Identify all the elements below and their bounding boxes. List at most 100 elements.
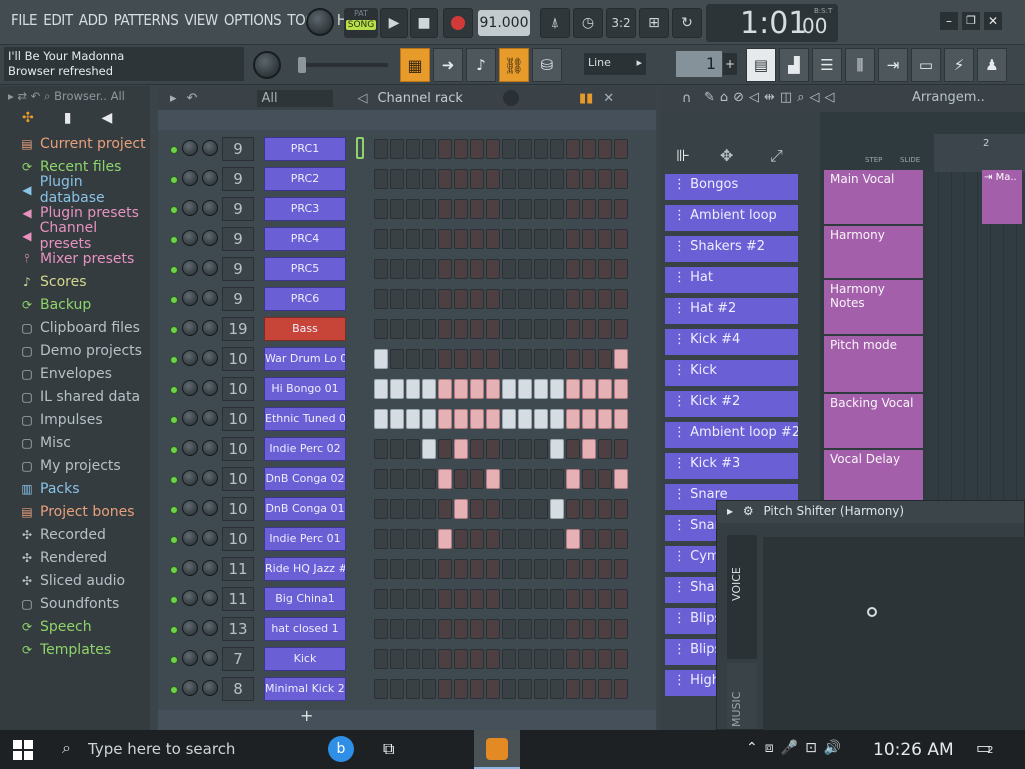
step-button[interactable] (390, 469, 404, 489)
step-button[interactable] (566, 649, 580, 669)
step-button[interactable] (534, 409, 548, 429)
pattern-item[interactable]: ⋮ Hat (665, 267, 798, 293)
step-button[interactable] (614, 679, 628, 699)
add-channel-button[interactable]: + (300, 706, 313, 725)
pattern-item[interactable]: ⋮ Kick #4 (665, 329, 798, 355)
browser-item[interactable]: ◀ Plugin database (0, 174, 150, 206)
step-button[interactable] (550, 409, 564, 429)
step-button[interactable] (502, 319, 516, 339)
plugin-icon[interactable]: ⚡ (944, 48, 974, 82)
step-button[interactable] (406, 439, 420, 459)
step-button[interactable] (566, 679, 580, 699)
step-button[interactable] (550, 529, 564, 549)
step-button[interactable] (502, 469, 516, 489)
step-button[interactable] (374, 679, 388, 699)
mixer-track-number[interactable]: 10 (222, 347, 254, 371)
loop-record-icon[interactable]: ↻ (672, 8, 702, 38)
browser-item[interactable]: ▢ Clipboard files (0, 316, 150, 339)
step-button[interactable] (470, 409, 484, 429)
step-button[interactable] (470, 199, 484, 219)
step-button[interactable] (598, 289, 612, 309)
browser-item[interactable]: ⫯ Mixer presets (0, 247, 150, 270)
step-button[interactable] (598, 529, 612, 549)
step-button[interactable] (470, 649, 484, 669)
step-button[interactable] (598, 349, 612, 369)
channel-mute-led[interactable] (170, 266, 178, 274)
step-button[interactable] (566, 199, 580, 219)
windows-start-icon[interactable] (13, 740, 33, 760)
step-button[interactable] (422, 529, 436, 549)
step-button[interactable] (470, 379, 484, 399)
step-button[interactable] (534, 529, 548, 549)
step-button[interactable] (566, 379, 580, 399)
step-button[interactable] (550, 229, 564, 249)
mixer-track-number[interactable]: 10 (222, 437, 254, 461)
step-button[interactable] (598, 559, 612, 579)
step-button[interactable] (454, 559, 468, 579)
channel-name-button[interactable]: Ethnic Tuned 01 (264, 407, 346, 431)
step-button[interactable] (518, 649, 532, 669)
step-button[interactable] (614, 289, 628, 309)
channel-name-button[interactable]: hat closed 1 (264, 617, 346, 641)
step-button[interactable] (486, 619, 500, 639)
step-button[interactable] (374, 289, 388, 309)
fl-studio-taskbar-icon[interactable] (474, 730, 520, 769)
step-button[interactable] (422, 409, 436, 429)
step-button[interactable] (598, 589, 612, 609)
swing-knob[interactable] (502, 90, 519, 106)
channel-mute-led[interactable] (170, 416, 178, 424)
step-button[interactable] (502, 529, 516, 549)
step-button[interactable] (438, 379, 452, 399)
step-button[interactable] (582, 139, 596, 159)
step-button[interactable] (598, 379, 612, 399)
browser-file-icon[interactable]: ▮ (64, 110, 72, 130)
step-button[interactable] (438, 229, 452, 249)
step-button[interactable] (470, 499, 484, 519)
step-button[interactable] (454, 529, 468, 549)
step-button[interactable] (566, 439, 580, 459)
routing-icon[interactable]: ⇥ (878, 48, 908, 82)
browser-item[interactable]: ✣ Recorded (0, 523, 150, 546)
piano-icon[interactable]: ⊪ (676, 146, 690, 165)
step-button[interactable] (390, 169, 404, 189)
step-button[interactable] (406, 289, 420, 309)
step-button[interactable] (406, 229, 420, 249)
step-button[interactable] (438, 529, 452, 549)
step-button[interactable] (614, 649, 628, 669)
step-button[interactable] (518, 139, 532, 159)
stamp-icon[interactable]: ⛁ (532, 48, 562, 82)
channel-mute-led[interactable] (170, 686, 178, 694)
channel-name-button[interactable]: Big China1 (264, 587, 346, 611)
step-button[interactable] (614, 439, 628, 459)
step-button[interactable] (598, 319, 612, 339)
notification-icon[interactable]: ▭2 (976, 738, 994, 757)
tempo-display[interactable]: 91.000 (478, 10, 530, 36)
step-button[interactable] (422, 499, 436, 519)
step-button[interactable] (502, 409, 516, 429)
step-button[interactable] (550, 469, 564, 489)
step-button[interactable] (534, 259, 548, 279)
step-button[interactable] (614, 469, 628, 489)
step-button[interactable] (598, 169, 612, 189)
step-button[interactable] (422, 649, 436, 669)
step-button[interactable] (374, 589, 388, 609)
channel-volume-knob[interactable] (182, 260, 198, 276)
channel-volume-knob[interactable] (182, 380, 198, 396)
mixer-track-number[interactable]: 8 (222, 677, 254, 701)
browser-item[interactable]: ▤ Project bones (0, 500, 150, 523)
step-button[interactable] (486, 649, 500, 669)
step-button[interactable] (454, 469, 468, 489)
step-button[interactable] (502, 349, 516, 369)
step-button[interactable] (534, 589, 548, 609)
menu-item[interactable]: ADD (76, 11, 111, 29)
step-button[interactable] (454, 619, 468, 639)
step-button[interactable] (470, 259, 484, 279)
step-button[interactable] (470, 319, 484, 339)
mixer-track-number[interactable]: 10 (222, 497, 254, 521)
mixer-track-number[interactable]: 7 (222, 647, 254, 671)
search-box[interactable]: ⌕ Type here to search (48, 730, 318, 769)
step-button[interactable] (438, 319, 452, 339)
channel-mute-led[interactable] (170, 506, 178, 514)
step-button[interactable] (502, 559, 516, 579)
menu-arrow-icon[interactable]: ▸ (170, 91, 177, 106)
